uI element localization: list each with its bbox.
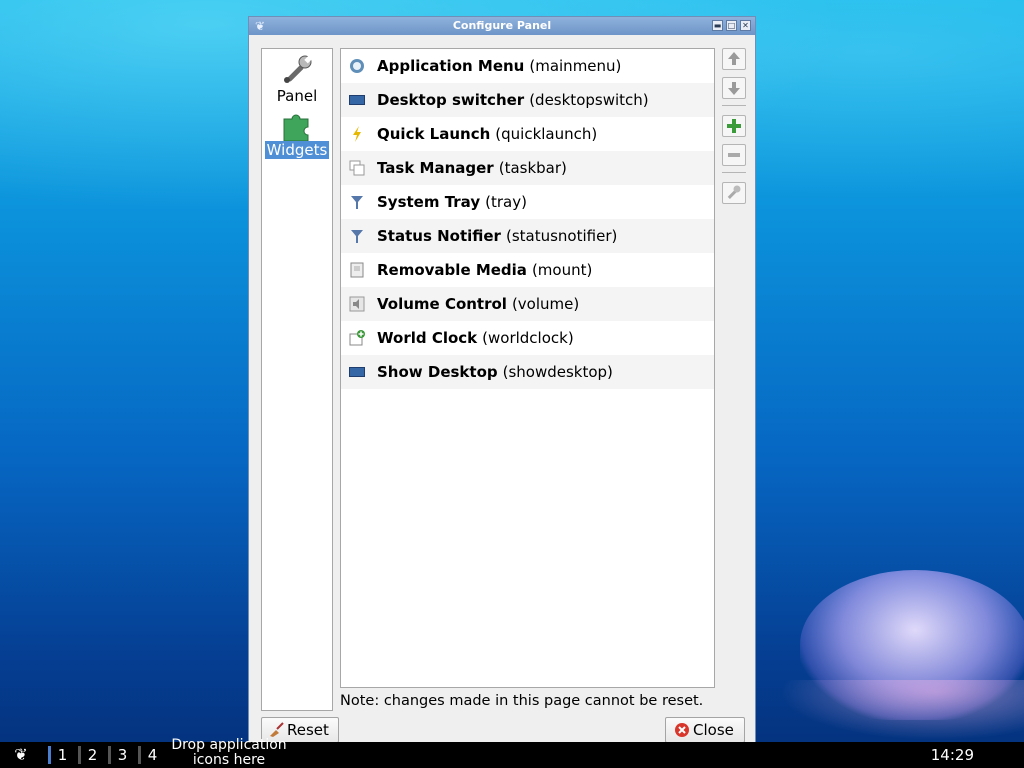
minimize-button[interactable]: ▬ bbox=[712, 20, 723, 31]
add-widget-button[interactable] bbox=[722, 115, 746, 137]
calendar-plus-icon bbox=[349, 330, 365, 346]
sidebar-item-label: Widgets bbox=[264, 141, 330, 159]
desktop-switch-1[interactable]: 1 bbox=[48, 746, 74, 764]
list-item[interactable]: System Tray (tray) bbox=[341, 185, 714, 219]
close-button[interactable]: Close bbox=[665, 717, 745, 743]
configure-widget-button[interactable] bbox=[722, 182, 746, 204]
windows-icon bbox=[349, 160, 365, 176]
app-menu-icon bbox=[350, 59, 364, 73]
sidebar-item-widgets[interactable]: Widgets bbox=[262, 111, 332, 159]
close-window-button[interactable]: ✕ bbox=[740, 20, 751, 31]
taskbar: ❦ 1 2 3 4 Drop application icons here 14… bbox=[0, 738, 1024, 768]
toolbar-separator bbox=[722, 105, 746, 106]
widget-list: Application Menu (mainmenu) Desktop switc… bbox=[340, 48, 715, 688]
list-item[interactable]: Task Manager (taskbar) bbox=[341, 151, 714, 185]
close-circle-icon bbox=[675, 723, 689, 737]
funnel-icon bbox=[351, 196, 363, 209]
remove-widget-button[interactable] bbox=[722, 144, 746, 166]
list-item[interactable]: Quick Launch (quicklaunch) bbox=[341, 117, 714, 151]
clock[interactable]: 14:29 bbox=[931, 746, 974, 764]
desktop-switch-4[interactable]: 4 bbox=[138, 746, 164, 764]
jellyfish-tentacles bbox=[780, 680, 1024, 740]
sidebar-item-panel[interactable]: Panel bbox=[262, 53, 332, 105]
lightning-icon bbox=[353, 126, 361, 142]
wrench-icon bbox=[727, 185, 741, 199]
list-item[interactable]: World Clock (worldclock) bbox=[341, 321, 714, 355]
move-up-button[interactable] bbox=[722, 48, 746, 70]
minus-icon bbox=[728, 153, 740, 157]
drive-icon bbox=[350, 262, 364, 278]
plus-icon bbox=[727, 119, 741, 133]
list-item[interactable]: Desktop switcher (desktopswitch) bbox=[341, 83, 714, 117]
maximize-button[interactable]: □ bbox=[726, 20, 737, 31]
list-item[interactable]: Show Desktop (showdesktop) bbox=[341, 355, 714, 389]
arrow-up-icon bbox=[728, 52, 740, 65]
window-titlebar[interactable]: ❦ Configure Panel ▬ □ ✕ bbox=[249, 17, 755, 35]
window-title: Configure Panel bbox=[452, 19, 552, 32]
desktop-switch-2[interactable]: 2 bbox=[78, 746, 104, 764]
list-item[interactable]: Volume Control (volume) bbox=[341, 287, 714, 321]
speaker-icon bbox=[349, 296, 365, 312]
window-menu-icon[interactable]: ❦ bbox=[253, 19, 267, 33]
move-down-button[interactable] bbox=[722, 77, 746, 99]
broom-icon bbox=[270, 722, 284, 737]
sidebar-item-label: Panel bbox=[276, 87, 318, 105]
list-item[interactable]: Status Notifier (statusnotifier) bbox=[341, 219, 714, 253]
arrow-down-icon bbox=[728, 82, 740, 95]
configure-panel-window: ❦ Configure Panel ▬ □ ✕ Panel Widgets Ap… bbox=[248, 16, 756, 744]
reset-note: Note: changes made in this page cannot b… bbox=[340, 693, 704, 709]
list-item[interactable]: Application Menu (mainmenu) bbox=[341, 49, 714, 83]
quicklaunch-placeholder: Drop application icons here bbox=[171, 737, 287, 768]
monitor-icon bbox=[349, 95, 365, 105]
desktop-switch-3[interactable]: 3 bbox=[108, 746, 134, 764]
monitor-icon bbox=[349, 367, 365, 377]
wrench-icon bbox=[284, 55, 313, 83]
list-item[interactable]: Removable Media (mount) bbox=[341, 253, 714, 287]
start-menu-icon[interactable]: ❦ bbox=[10, 745, 32, 765]
puzzle-icon bbox=[283, 114, 309, 141]
toolbar-separator bbox=[722, 172, 746, 173]
funnel-icon bbox=[351, 230, 363, 243]
config-sidebar: Panel Widgets bbox=[261, 48, 333, 711]
